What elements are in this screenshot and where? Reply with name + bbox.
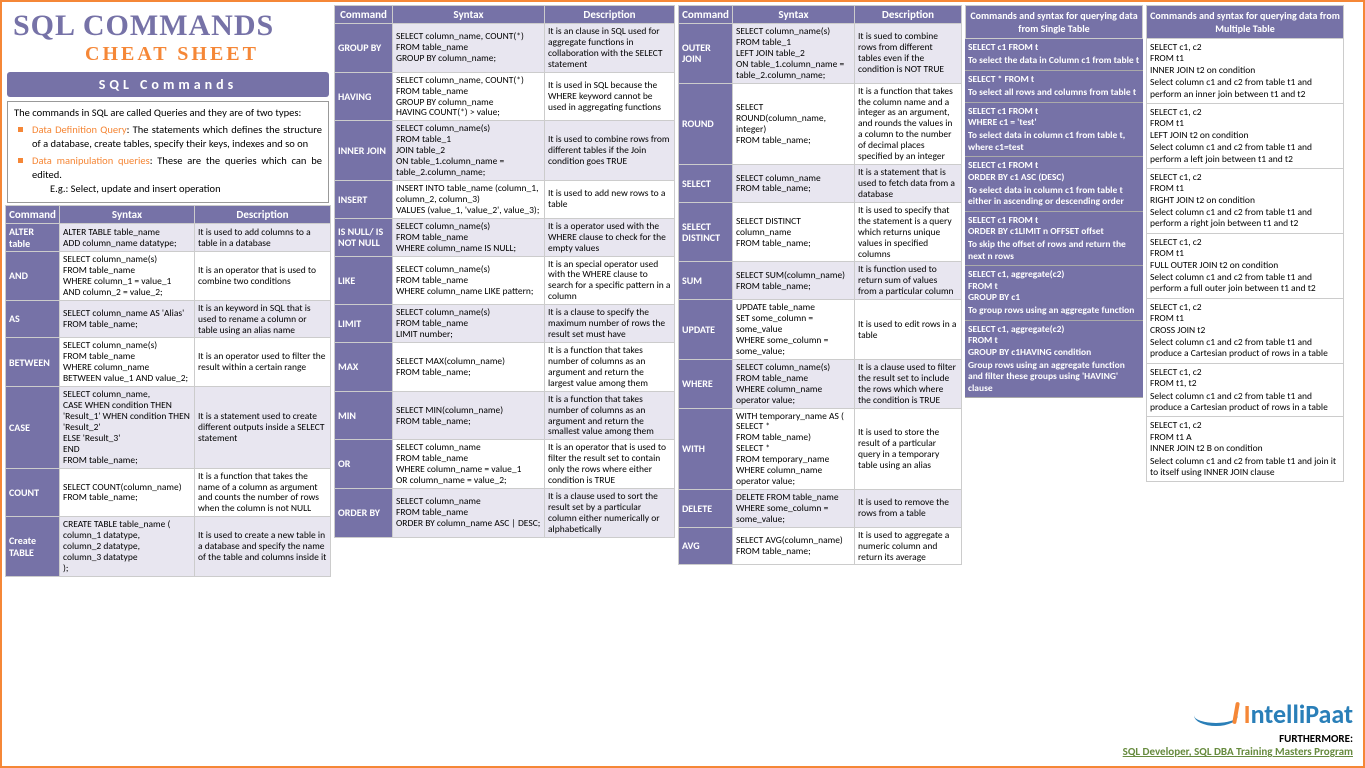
furthermore-label: FURTHERMORE: <box>1123 732 1353 745</box>
table-row: WITHWITH temporary_name AS ( SELECT * FR… <box>679 408 962 489</box>
cmd-cell: IS NULL/ IS NOT NULL <box>335 218 393 256</box>
cmd-cell: UPDATE <box>679 300 733 360</box>
cmd-cell: BETWEEN <box>6 338 60 387</box>
subtitle: CHEAT SHEET <box>13 43 331 66</box>
cmd-cell: COUNT <box>6 468 60 517</box>
section-header: SQL Commands <box>7 72 329 97</box>
cmd-cell: INNER JOIN <box>335 121 393 181</box>
commands-table-1: CommandSyntaxDescription ALTER tableALTE… <box>5 205 331 577</box>
table-row: INNER JOINSELECT column_name(s) FROM tab… <box>335 121 675 181</box>
cmd-cell: ORDER BY <box>335 489 393 538</box>
cmd-cell: INSERT <box>335 180 393 218</box>
table-row: IS NULL/ IS NOT NULLSELECT column_name(s… <box>335 218 675 256</box>
cmd-cell: LIMIT <box>335 305 393 343</box>
cmd-cell: ROUND <box>679 83 733 164</box>
query-block: SELECT c1, c2FROM t1 AINNER JOIN t2 B on… <box>1146 417 1344 482</box>
cmd-cell: AVG <box>679 527 733 565</box>
table-row: SELECTSELECT column_name FROM table_name… <box>679 165 962 203</box>
swoosh-icon <box>1194 702 1244 732</box>
table-row: ROUNDSELECT ROUND(column_name, integer) … <box>679 83 962 164</box>
table-row: GROUP BYSELECT column_name, COUNT(*) FRO… <box>335 24 675 73</box>
table-row: OUTER JOINSELECT column_name(s) FROM tab… <box>679 24 962 84</box>
intro-bullet: Data manipulation queries: These are the… <box>18 154 322 197</box>
brand-logo: IntelliPaat <box>1123 698 1353 732</box>
table-row: WHERESELECT column_name(s) FROM table_na… <box>679 359 962 408</box>
query-block: SELECT c1 FROM tTo select the data in Co… <box>965 39 1143 71</box>
multi-table-header: Commands and syntax for querying data fr… <box>1146 5 1344 39</box>
table-row: LIMITSELECT column_name(s) FROM table_na… <box>335 305 675 343</box>
table-row: ORSELECT column_name FROM table_name WHE… <box>335 440 675 489</box>
commands-table-2: CommandSyntaxDescription GROUP BYSELECT … <box>334 5 675 538</box>
title-block: SQL COMMANDS CHEAT SHEET <box>5 5 331 70</box>
single-table-header: Commands and syntax for querying data fr… <box>965 5 1143 39</box>
table-row: AVGSELECT AVG(column_name) FROM table_na… <box>679 527 962 565</box>
cmd-cell: GROUP BY <box>335 24 393 73</box>
query-block: SELECT c1, c2FROM t1LEFT JOIN t2 on cond… <box>1146 104 1344 169</box>
cmd-cell: AND <box>6 252 60 301</box>
cmd-cell: ALTER table <box>6 224 60 252</box>
intro-box: The commands in SQL are called Queries a… <box>7 101 329 203</box>
cmd-cell: Create TABLE <box>6 517 60 577</box>
logo-block: IntelliPaat FURTHERMORE: SQL Developer, … <box>1123 698 1353 758</box>
table-row: ASSELECT column_name AS 'Alias' FROM tab… <box>6 300 331 338</box>
main-title: SQL COMMANDS <box>13 9 331 43</box>
table-row: BETWEENSELECT column_name(s) FROM table_… <box>6 338 331 387</box>
query-block: SELECT c1, c2FROM t1CROSS JOIN t2Select … <box>1146 299 1344 364</box>
cmd-cell: HAVING <box>335 72 393 121</box>
multi-table-list: SELECT c1, c2FROM t1INNER JOIN t2 on con… <box>1146 39 1344 482</box>
cmd-cell: SELECT <box>679 165 733 203</box>
cmd-cell: LIKE <box>335 256 393 305</box>
table-row: DELETEDELETE FROM table_name WHERE some_… <box>679 489 962 527</box>
cmd-cell: DELETE <box>679 489 733 527</box>
table-row: ALTER tableALTER TABLE table_name ADD co… <box>6 224 331 252</box>
query-block: SELECT c1, aggregate(c2)FROM tGROUP BY c… <box>965 266 1143 321</box>
query-block: SELECT * FROM tTo select all rows and co… <box>965 71 1143 103</box>
table-row: UPDATEUPDATE table_name SET some_column … <box>679 300 962 360</box>
table-row: INSERTINSERT INTO table_name (column_1, … <box>335 180 675 218</box>
table-row: LIKESELECT column_name(s) FROM table_nam… <box>335 256 675 305</box>
single-table-list: SELECT c1 FROM tTo select the data in Co… <box>965 39 1143 398</box>
training-link[interactable]: SQL Developer, SQL DBA Training Masters … <box>1123 745 1353 758</box>
table-row: SUMSELECT SUM(column_name) FROM table_na… <box>679 262 962 300</box>
cmd-cell: WHERE <box>679 359 733 408</box>
commands-table-3: CommandSyntaxDescription OUTER JOINSELEC… <box>678 5 962 565</box>
cmd-cell: SELECT DISTINCT <box>679 202 733 262</box>
table-row: MAXSELECT MAX(column_name) FROM table_na… <box>335 342 675 391</box>
table-row: HAVINGSELECT column_name, COUNT(*) FROM … <box>335 72 675 121</box>
intro-lead: The commands in SQL are called Queries a… <box>14 106 322 120</box>
cmd-cell: CASE <box>6 387 60 468</box>
query-block: SELECT c1, c2FROM t1RIGHT JOIN t2 on con… <box>1146 169 1344 234</box>
query-block: SELECT c1 FROM tORDER BY c1LIMIT n OFFSE… <box>965 212 1143 267</box>
query-block: SELECT c1 FROM tWHERE c1 = 'test'To sele… <box>965 103 1143 158</box>
cmd-cell: MAX <box>335 342 393 391</box>
cmd-cell: OUTER JOIN <box>679 24 733 84</box>
query-block: SELECT c1, aggregate(c2)FROM tGROUP BY c… <box>965 321 1143 398</box>
table-row: SELECT DISTINCTSELECT DISTINCT column_na… <box>679 202 962 262</box>
intro-bullet: Data Definition Query: The statements wh… <box>18 123 322 151</box>
cmd-cell: MIN <box>335 391 393 440</box>
table-row: MINSELECT MIN(column_name) FROM table_na… <box>335 391 675 440</box>
cmd-cell: WITH <box>679 408 733 489</box>
table-row: Create TABLECREATE TABLE table_name ( co… <box>6 517 331 577</box>
table-row: CASESELECT column_name, CASE WHEN condit… <box>6 387 331 468</box>
table-row: ORDER BYSELECT column_name FROM table_na… <box>335 489 675 538</box>
query-block: SELECT c1, c2FROM t1INNER JOIN t2 on con… <box>1146 39 1344 104</box>
query-block: SELECT c1, c2FROM t1FULL OUTER JOIN t2 o… <box>1146 234 1344 299</box>
query-block: SELECT c1 FROM tORDER BY c1 ASC (DESC)To… <box>965 157 1143 212</box>
table-row: COUNTSELECT COUNT(column_name) FROM tabl… <box>6 468 331 517</box>
table-row: ANDSELECT column_name(s) FROM table_name… <box>6 252 331 301</box>
cmd-cell: OR <box>335 440 393 489</box>
query-block: SELECT c1, c2FROM t1, t2Select column c1… <box>1146 364 1344 418</box>
cmd-cell: SUM <box>679 262 733 300</box>
cmd-cell: AS <box>6 300 60 338</box>
